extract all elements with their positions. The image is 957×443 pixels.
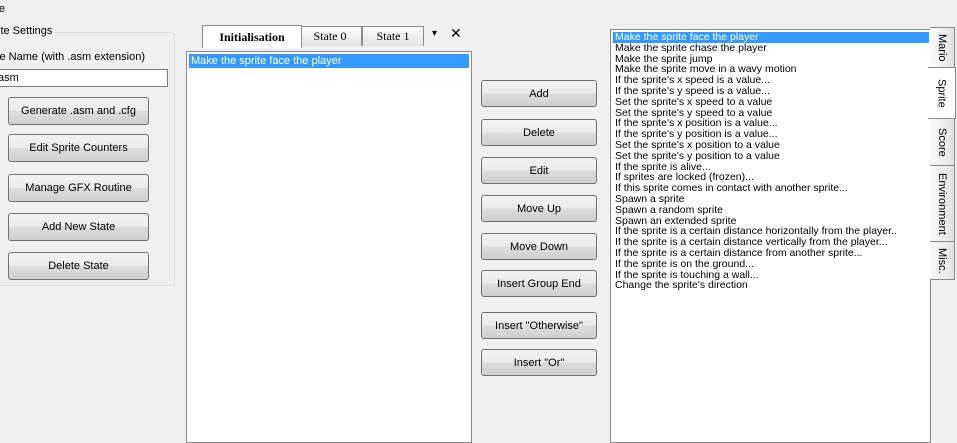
command-item[interactable]: If the sprite's y speed is a value...: [613, 86, 930, 97]
command-item[interactable]: Set the sprite's x position to a value: [613, 140, 930, 151]
menu-file[interactable]: ile: [0, 3, 5, 15]
tab-dropdown-icon[interactable]: ▾: [432, 28, 437, 39]
delete-button[interactable]: Delete: [481, 119, 597, 146]
command-item[interactable]: Make the sprite chase the player: [613, 43, 930, 54]
tab-state-1-label: State 1: [376, 29, 410, 43]
insert-group-end-button[interactable]: Insert Group End: [481, 270, 597, 297]
command-item[interactable]: Set the sprite's y position to a value: [613, 151, 930, 162]
generate-asm-cfg-button[interactable]: Generate .asm and .cfg: [8, 97, 149, 125]
command-item[interactable]: If the sprite is alive...: [613, 162, 930, 173]
state-tab-strip: State 0 State 1 Initialisation: [186, 22, 472, 48]
add-new-state-button[interactable]: Add New State: [8, 213, 149, 241]
delete-state-button[interactable]: Delete State: [8, 252, 149, 280]
tab-close-icon[interactable]: ✕: [450, 25, 462, 42]
tab-initialisation[interactable]: Initialisation: [202, 25, 302, 48]
command-item[interactable]: If the sprite's x speed is a value...: [613, 75, 930, 86]
manage-gfx-routine-button[interactable]: Manage GFX Routine: [8, 174, 149, 202]
tab-initialisation-label: Initialisation: [219, 29, 285, 44]
state-list-item[interactable]: Make the sprite face the player: [189, 54, 469, 68]
side-tab-misc[interactable]: Misc.: [930, 241, 955, 280]
side-tab-environment[interactable]: Environment: [930, 165, 955, 242]
command-item[interactable]: If the sprite is a certain distance hori…: [613, 226, 930, 237]
command-item[interactable]: If the sprite is a certain distance from…: [613, 248, 930, 259]
side-tab-mario-label: Mario: [936, 33, 948, 62]
command-item[interactable]: Change the sprite's direction: [613, 280, 930, 291]
command-item[interactable]: Spawn an extended sprite: [613, 216, 930, 227]
move-down-button[interactable]: Move Down: [481, 233, 597, 260]
add-button[interactable]: Add: [481, 80, 597, 107]
state-action-list[interactable]: Make the sprite face the player: [186, 51, 472, 443]
menu-bar: ile: [0, 0, 957, 18]
command-item[interactable]: Spawn a sprite: [613, 194, 930, 205]
side-tab-environment-label: Environment: [936, 172, 948, 235]
tab-state-0-label: State 0: [313, 29, 347, 43]
edit-button[interactable]: Edit: [481, 157, 597, 184]
sprite-name-label: ite Name (with .asm extension): [0, 51, 145, 63]
command-item[interactable]: If sprites are locked (frozen)...: [613, 172, 930, 183]
insert-or-button[interactable]: Insert "Or": [481, 349, 597, 376]
side-tab-score[interactable]: Score: [930, 118, 955, 166]
tab-state-0[interactable]: State 0: [298, 26, 362, 46]
insert-otherwise-button[interactable]: Insert "Otherwise": [481, 312, 597, 339]
command-item[interactable]: If the sprite's x position is a value...: [613, 118, 930, 129]
command-item[interactable]: Make the sprite face the player: [613, 32, 929, 43]
sprite-settings-title: ite Settings: [0, 25, 55, 37]
tab-state-1[interactable]: State 1: [362, 26, 424, 46]
command-item[interactable]: Set the sprite's y speed to a value: [613, 108, 930, 119]
side-tab-sprite[interactable]: Sprite: [928, 67, 956, 119]
side-tab-score-label: Score: [936, 127, 948, 157]
move-up-button[interactable]: Move Up: [481, 195, 597, 222]
side-tab-misc-label: Misc.: [936, 247, 948, 274]
sprite-name-input[interactable]: [0, 69, 168, 87]
commands-list[interactable]: Make the sprite face the player Make the…: [610, 29, 931, 443]
command-item[interactable]: Make the sprite jump: [613, 54, 930, 65]
command-item[interactable]: If the sprite is a certain distance vert…: [613, 237, 930, 248]
command-item[interactable]: Spawn a random sprite: [613, 205, 930, 216]
edit-sprite-counters-button[interactable]: Edit Sprite Counters: [8, 134, 149, 162]
command-item[interactable]: If this sprite comes in contact with ano…: [613, 183, 930, 194]
command-item[interactable]: Make the sprite move in a wavy motion: [613, 64, 930, 75]
side-tab-mario[interactable]: Mario: [930, 27, 955, 68]
command-item[interactable]: If the sprite is touching a wall...: [613, 270, 930, 281]
command-item[interactable]: Set the sprite's x speed to a value: [613, 97, 930, 108]
command-item[interactable]: If the sprite's y position is a value...: [613, 129, 930, 140]
side-tab-sprite-label: Sprite: [935, 78, 948, 108]
command-item[interactable]: If the sprite is on the ground...: [613, 259, 930, 270]
